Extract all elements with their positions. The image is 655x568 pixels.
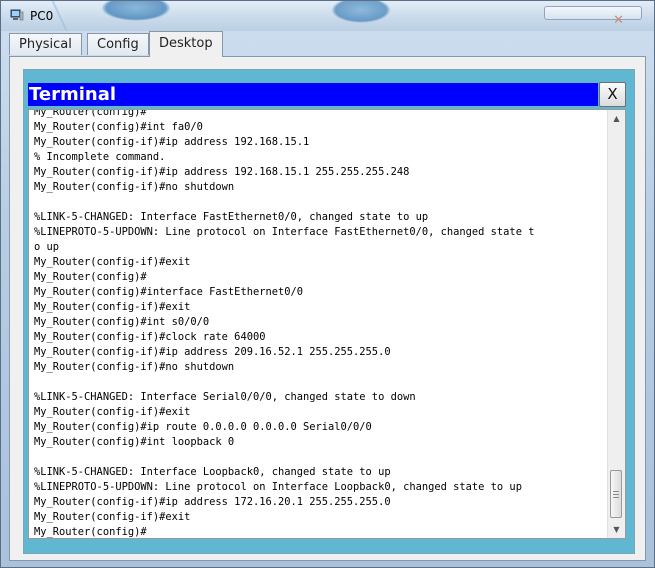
console-line: My_Router(config)#int fa0/0 <box>34 121 203 133</box>
console-line: My_Router(config)#int s0/0/0 <box>34 316 210 328</box>
console-line: My_Router(config-if)#no shutdown <box>34 181 235 193</box>
console-line: My_Router(config)#int loopback 0 <box>34 436 235 448</box>
arrow-up-icon[interactable]: ▲ <box>608 110 625 127</box>
scrollbar-thumb[interactable] <box>610 470 622 518</box>
console-scrollbar[interactable]: ▲ ▼ <box>607 110 625 538</box>
titlebar-decoration <box>331 1 391 23</box>
console-line: My_Router(config)# <box>34 271 147 283</box>
terminal-title: Terminal <box>28 83 598 106</box>
grip-line <box>613 491 619 492</box>
console-line: My_Router(config-if)#ip address 192.168.… <box>34 136 310 148</box>
terminal-console[interactable]: My_Router(config)# My_Router(config)#int … <box>28 109 626 539</box>
tab-physical[interactable]: Physical <box>9 33 82 55</box>
console-line: My_Router(config)# <box>34 109 147 118</box>
tab-config[interactable]: Config <box>87 33 149 55</box>
window-titlebar[interactable]: PC0 ✕ <box>1 1 654 31</box>
grip-line <box>613 497 619 498</box>
console-line: My_Router(config)#ip route 0.0.0.0 0.0.0… <box>34 421 372 433</box>
console-line: %LINK-5-CHANGED: Interface Loopback0, ch… <box>34 466 391 478</box>
console-line: My_Router(config-if)#clock rate 64000 <box>34 331 266 343</box>
console-line: My_Router(config)#interface FastEthernet… <box>34 286 303 298</box>
console-line: My_Router(config-if)#exit <box>34 406 191 418</box>
tab-label: Config <box>97 37 139 52</box>
console-line: My_Router(config)# <box>34 526 147 538</box>
pc-icon <box>10 9 24 21</box>
titlebar-decoration <box>101 1 171 21</box>
window-close-icon[interactable]: ✕ <box>613 13 624 28</box>
terminal-window: Terminal X My_Router(config)# My_Router(c… <box>23 69 635 554</box>
console-line: %LINK-5-CHANGED: Interface Serial0/0/0, … <box>34 391 416 403</box>
window-controls[interactable] <box>544 6 642 20</box>
arrow-down-icon[interactable]: ▼ <box>608 521 625 538</box>
application-window: PC0 ✕ Physical Config Desktop Terminal X… <box>0 0 655 568</box>
console-line: % Incomplete command. <box>34 151 166 163</box>
console-line: My_Router(config-if)#exit <box>34 301 191 313</box>
console-line: o up <box>34 241 60 253</box>
desktop-panel: Terminal X My_Router(config)# My_Router(c… <box>9 56 646 561</box>
console-output: My_Router(config)# My_Router(config)#int … <box>34 109 608 538</box>
tab-label: Desktop <box>159 36 213 51</box>
grip-line <box>613 494 619 495</box>
console-line: My_Router(config-if)#ip address 209.16.5… <box>34 346 391 358</box>
window-title: PC0 <box>30 9 54 23</box>
console-line: %LINK-5-CHANGED: Interface FastEthernet0… <box>34 211 429 223</box>
console-line: My_Router(config-if)#exit <box>34 511 191 523</box>
console-line: %LINEPROTO-5-UPDOWN: Line protocol on In… <box>34 481 522 493</box>
tab-desktop[interactable]: Desktop <box>149 31 223 57</box>
tab-label: Physical <box>19 37 72 52</box>
console-line: My_Router(config-if)#ip address 172.16.2… <box>34 496 391 508</box>
console-line: My_Router(config-if)#exit <box>34 256 191 268</box>
console-line: My_Router(config-if)#no shutdown <box>34 361 235 373</box>
console-line: My_Router(config-if)#ip address 192.168.… <box>34 166 410 178</box>
terminal-close-button[interactable]: X <box>599 82 626 107</box>
console-line: %LINEPROTO-5-UPDOWN: Line protocol on In… <box>34 226 535 238</box>
